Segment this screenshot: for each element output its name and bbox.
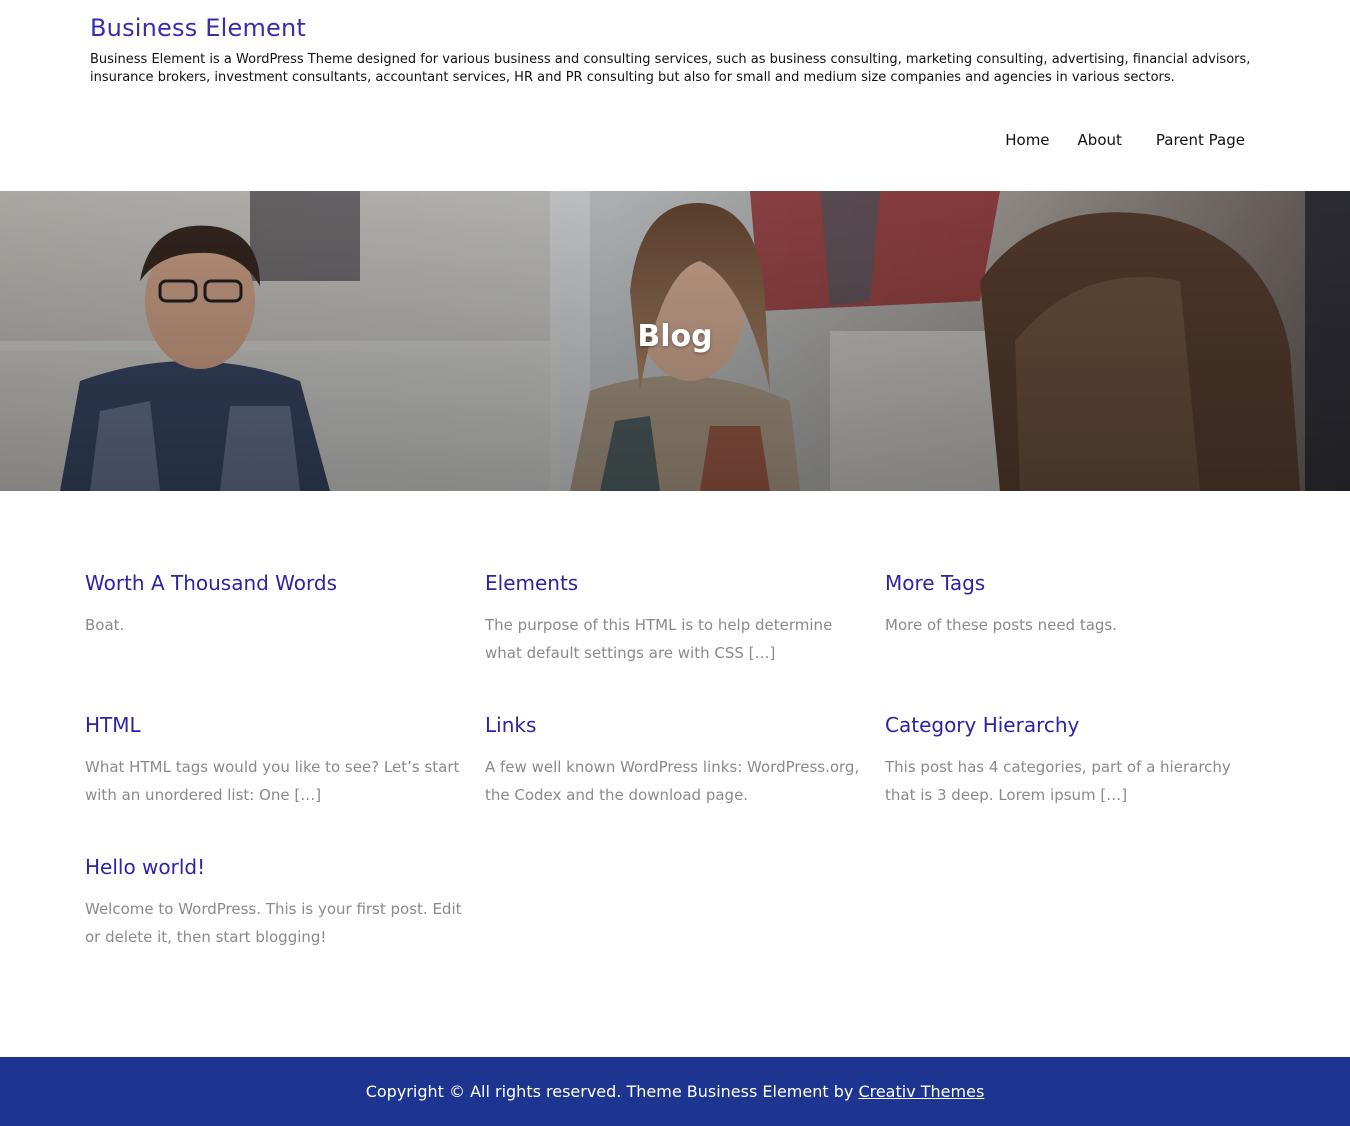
site-title[interactable]: Business Element [90,14,306,42]
post-excerpt: More of these posts need tags. [885,616,1118,634]
post-excerpt: The purpose of this HTML is to help dete… [485,616,833,662]
post-title[interactable]: More Tags [885,570,1265,596]
post-card: Links A few well known WordPress links: … [485,712,865,809]
post-excerpt: Boat. [85,616,125,634]
post-title[interactable]: Links [485,712,865,738]
site-description: Business Element is a WordPress Theme de… [90,52,1251,85]
page-title: Blog [637,319,713,354]
post-card: Hello world! Welcome to WordPress. This … [85,854,465,951]
main-navigation: Home About Parent Page [1005,131,1245,149]
post-title[interactable]: Worth A Thousand Words [85,570,465,596]
post-title[interactable]: Category Hierarchy [885,712,1265,738]
post-excerpt: This post has 4 categories, part of a hi… [885,758,1231,804]
post-excerpt: What HTML tags would you like to see? Le… [85,758,460,804]
post-excerpt: Welcome to WordPress. This is your first… [85,900,462,946]
nav-item-parent-page[interactable]: Parent Page [1156,131,1245,149]
post-card: More Tags More of these posts need tags. [885,570,1265,639]
nav-item-about[interactable]: About [1078,131,1122,149]
footer-theme-link[interactable]: Creativ Themes [858,1082,984,1101]
post-card: Worth A Thousand Words Boat. [85,570,465,639]
post-card: Category Hierarchy This post has 4 categ… [885,712,1265,809]
footer-copyright: Copyright © All rights reserved. Theme B… [365,1082,859,1101]
site-footer: Copyright © All rights reserved. Theme B… [0,1057,1350,1126]
nav-item-home[interactable]: Home [1005,131,1049,149]
post-title[interactable]: HTML [85,712,465,738]
post-title[interactable]: Elements [485,570,865,596]
post-title[interactable]: Hello world! [85,854,465,880]
post-card: Elements The purpose of this HTML is to … [485,570,865,667]
post-excerpt: A few well known WordPress links: WordPr… [485,758,860,804]
site-header: Business Element Business Element is a W… [0,0,1350,191]
post-card: HTML What HTML tags would you like to se… [85,712,465,809]
